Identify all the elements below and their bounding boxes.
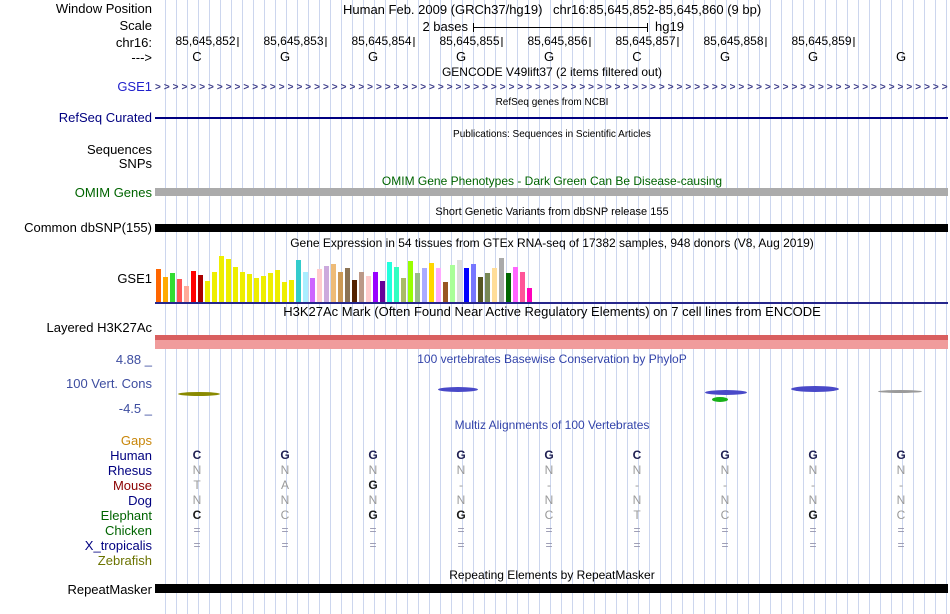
alignment-base: G — [280, 448, 290, 462]
alignment-base: C — [192, 448, 202, 462]
species-label-rhesus[interactable]: Rhesus — [108, 464, 152, 477]
alignment-base: N — [368, 493, 378, 507]
alignment-base: N — [544, 463, 554, 477]
alignment-base: G — [720, 448, 730, 462]
alignment-base: = — [633, 538, 641, 552]
ucsc-genome-browser: Window Position Human Feb. 2009 (GRCh37/… — [0, 0, 950, 614]
alignment-base: - — [811, 478, 815, 492]
alignment-base: G — [368, 508, 378, 522]
alignment-base: N — [632, 463, 642, 477]
alignment-base: C — [632, 448, 642, 462]
alignment-base: = — [897, 523, 905, 537]
alignment-base: C — [280, 508, 290, 522]
alignment-base: G — [368, 448, 378, 462]
alignment-base: N — [720, 463, 730, 477]
alignment-base: = — [193, 523, 201, 537]
alignment-base: C — [896, 508, 906, 522]
species-label-elephant[interactable]: Elephant — [101, 509, 152, 522]
alignment-base: N — [368, 463, 378, 477]
alignment-base: T — [193, 478, 201, 492]
alignment-base: N — [456, 463, 466, 477]
alignment-base: = — [457, 523, 465, 537]
alignment-base: - — [723, 478, 727, 492]
alignment-base: = — [545, 523, 553, 537]
alignment-base: N — [280, 463, 290, 477]
alignment-base: G — [456, 508, 466, 522]
alignment-base: G — [368, 478, 378, 492]
species-label-zebrafish[interactable]: Zebrafish — [98, 554, 152, 567]
alignment-base: = — [809, 523, 817, 537]
alignment-base: G — [456, 448, 466, 462]
alignment-base: N — [280, 493, 290, 507]
alignment-base: = — [457, 538, 465, 552]
alignment-base: = — [721, 538, 729, 552]
alignment-base: N — [456, 493, 466, 507]
alignment-base: = — [281, 523, 289, 537]
alignment-base: T — [633, 508, 641, 522]
alignment-base: = — [545, 538, 553, 552]
alignment-base: N — [720, 493, 730, 507]
alignment-base: = — [193, 538, 201, 552]
species-label-dog[interactable]: Dog — [128, 494, 152, 507]
alignment-base: G — [544, 448, 554, 462]
species-label-gaps[interactable]: Gaps — [121, 434, 152, 447]
alignment-base: C — [544, 508, 554, 522]
alignment-base: N — [632, 493, 642, 507]
alignment-base: N — [808, 493, 818, 507]
alignment-base: N — [544, 493, 554, 507]
repeatmasker-track-title[interactable]: Repeating Elements by RepeatMasker — [155, 569, 949, 581]
alignment-base: N — [192, 493, 202, 507]
alignment-base: - — [547, 478, 551, 492]
species-label-human[interactable]: Human — [110, 449, 152, 462]
alignment-base: - — [899, 478, 903, 492]
alignment-base: = — [633, 523, 641, 537]
alignment-base: G — [896, 448, 906, 462]
species-label-mouse[interactable]: Mouse — [113, 479, 152, 492]
alignment-base: G — [808, 508, 818, 522]
alignment-base: N — [808, 463, 818, 477]
track-label-repeatmasker[interactable]: RepeatMasker — [67, 583, 152, 596]
alignment-base: C — [192, 508, 202, 522]
alignment-base: = — [369, 538, 377, 552]
alignment-base: - — [459, 478, 463, 492]
alignment-base: N — [896, 463, 906, 477]
alignment-base: - — [635, 478, 639, 492]
alignment-base: G — [808, 448, 818, 462]
alignment-base: C — [720, 508, 730, 522]
species-label-chicken[interactable]: Chicken — [105, 524, 152, 537]
alignment-base: = — [281, 538, 289, 552]
alignment-base: N — [192, 463, 202, 477]
alignment-base: = — [897, 538, 905, 552]
alignment-base: = — [721, 523, 729, 537]
alignment-base: = — [809, 538, 817, 552]
multiz-track: Gaps Human C G G G G C G G G Rhesus N N N N N N N N N Mouse T A… — [0, 0, 950, 614]
alignment-base: = — [369, 523, 377, 537]
alignment-base: N — [896, 493, 906, 507]
repeatmasker-item[interactable] — [155, 584, 948, 593]
alignment-base: A — [280, 478, 290, 492]
species-label-x_tropicalis[interactable]: X_tropicalis — [85, 539, 152, 552]
